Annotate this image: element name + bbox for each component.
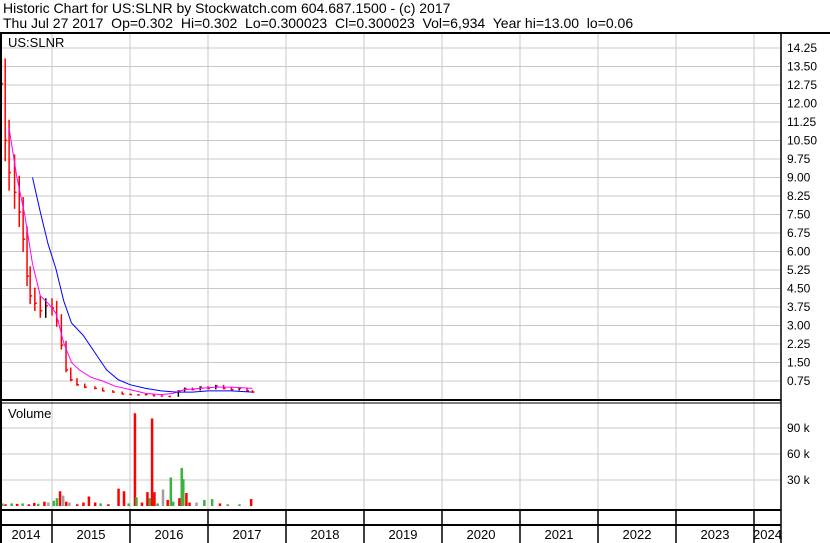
volume-bar bbox=[15, 503, 19, 506]
volume-bar bbox=[218, 503, 222, 506]
price-tick-label: 9.00 bbox=[787, 170, 811, 184]
price-tick-label: 9.75 bbox=[787, 152, 811, 166]
chart-svg: US:SLNR Volume 14.25 13.50 12.75 12.00 11.25… bbox=[0, 32, 830, 543]
volume-tick-label: 60 k bbox=[787, 447, 811, 461]
volume-bar bbox=[107, 504, 110, 506]
price-tick-label: 12.75 bbox=[787, 78, 817, 92]
price-tick-label: 6.00 bbox=[787, 244, 811, 258]
volume-bar bbox=[93, 502, 97, 506]
year-label: 2023 bbox=[701, 527, 730, 542]
year-label: 2024 bbox=[753, 527, 782, 542]
volume-bar bbox=[47, 502, 50, 506]
volume-bar bbox=[122, 491, 126, 506]
volume-tick-label: 90 k bbox=[787, 421, 811, 435]
volume-bar bbox=[82, 502, 85, 506]
symbol-label: US:SLNR bbox=[8, 35, 64, 50]
year-label: 2021 bbox=[545, 527, 574, 542]
volume-bar bbox=[150, 418, 154, 506]
volume-bar bbox=[10, 503, 13, 506]
price-tick-label: 0.75 bbox=[787, 374, 811, 388]
volume-bar bbox=[117, 488, 120, 506]
price-tick-label: 3.00 bbox=[787, 318, 811, 332]
volume-tick-label: 30 k bbox=[787, 473, 811, 487]
year-label: 2022 bbox=[623, 527, 652, 542]
volume-bar bbox=[238, 504, 241, 506]
volume-bar bbox=[203, 499, 206, 506]
year-label: 2017 bbox=[233, 527, 262, 542]
volume-bar bbox=[36, 503, 40, 506]
volume-bar bbox=[178, 498, 181, 506]
price-tick-label: 7.50 bbox=[787, 207, 811, 221]
year-label: 2014 bbox=[12, 527, 41, 542]
volume-bar bbox=[127, 503, 130, 506]
volume-bar bbox=[169, 477, 173, 506]
year-label: 2020 bbox=[467, 527, 496, 542]
volume-label: Volume bbox=[8, 406, 51, 421]
price-tick-label: 12.00 bbox=[787, 96, 817, 110]
volume-bar bbox=[21, 503, 24, 506]
volume-bar bbox=[61, 495, 65, 506]
volume-bar bbox=[156, 503, 159, 506]
volume-bar bbox=[249, 499, 253, 506]
volume-bar bbox=[33, 502, 36, 506]
volume-bar bbox=[99, 503, 102, 506]
volume-bar bbox=[68, 502, 71, 506]
volume-bar bbox=[75, 504, 79, 506]
volume-bar bbox=[27, 504, 31, 506]
volume-bar bbox=[188, 502, 191, 506]
price-tick-label: 4.50 bbox=[787, 281, 811, 295]
volume-bar bbox=[210, 499, 214, 506]
volume-bar bbox=[140, 502, 144, 506]
volume-bar bbox=[146, 492, 149, 506]
moving-average-short bbox=[8, 128, 253, 396]
price-tick-label: 1.50 bbox=[787, 355, 811, 369]
stock-chart: Historic Chart for US:SLNR by Stockwatch… bbox=[0, 0, 830, 543]
year-label: 2015 bbox=[77, 527, 106, 542]
price-tick-label: 10.50 bbox=[787, 133, 817, 147]
volume-bar bbox=[185, 493, 188, 506]
price-tick-label: 3.75 bbox=[787, 300, 811, 314]
volume-bar bbox=[195, 502, 198, 506]
price-tick-label: 8.25 bbox=[787, 189, 811, 203]
year-label: 2019 bbox=[389, 527, 418, 542]
volume-bar bbox=[43, 501, 46, 506]
price-tick-label: 14.25 bbox=[787, 41, 817, 55]
volume-bar bbox=[226, 504, 229, 506]
volume-bar bbox=[52, 500, 56, 506]
volume-bar bbox=[161, 489, 165, 506]
price-tick-label: 2.25 bbox=[787, 337, 811, 351]
year-label: 2016 bbox=[155, 527, 184, 542]
volume-bar bbox=[153, 492, 156, 506]
volume-bar bbox=[4, 504, 7, 506]
volume-bar bbox=[133, 413, 137, 506]
volume-bar bbox=[171, 501, 175, 506]
year-label: 2018 bbox=[311, 527, 340, 542]
volume-bar bbox=[87, 496, 91, 506]
price-tick-label: 13.50 bbox=[787, 59, 817, 73]
volume-bar bbox=[135, 497, 138, 506]
price-tick-label: 5.25 bbox=[787, 263, 811, 277]
volume-bar bbox=[166, 499, 169, 506]
volume-bar bbox=[182, 479, 185, 506]
volume-bar bbox=[55, 498, 59, 506]
volume-bar bbox=[148, 498, 151, 506]
price-tick-label: 6.75 bbox=[787, 226, 811, 240]
price-tick-label: 11.25 bbox=[787, 115, 816, 129]
volume-bar bbox=[58, 491, 62, 506]
volume-bar bbox=[65, 501, 68, 506]
